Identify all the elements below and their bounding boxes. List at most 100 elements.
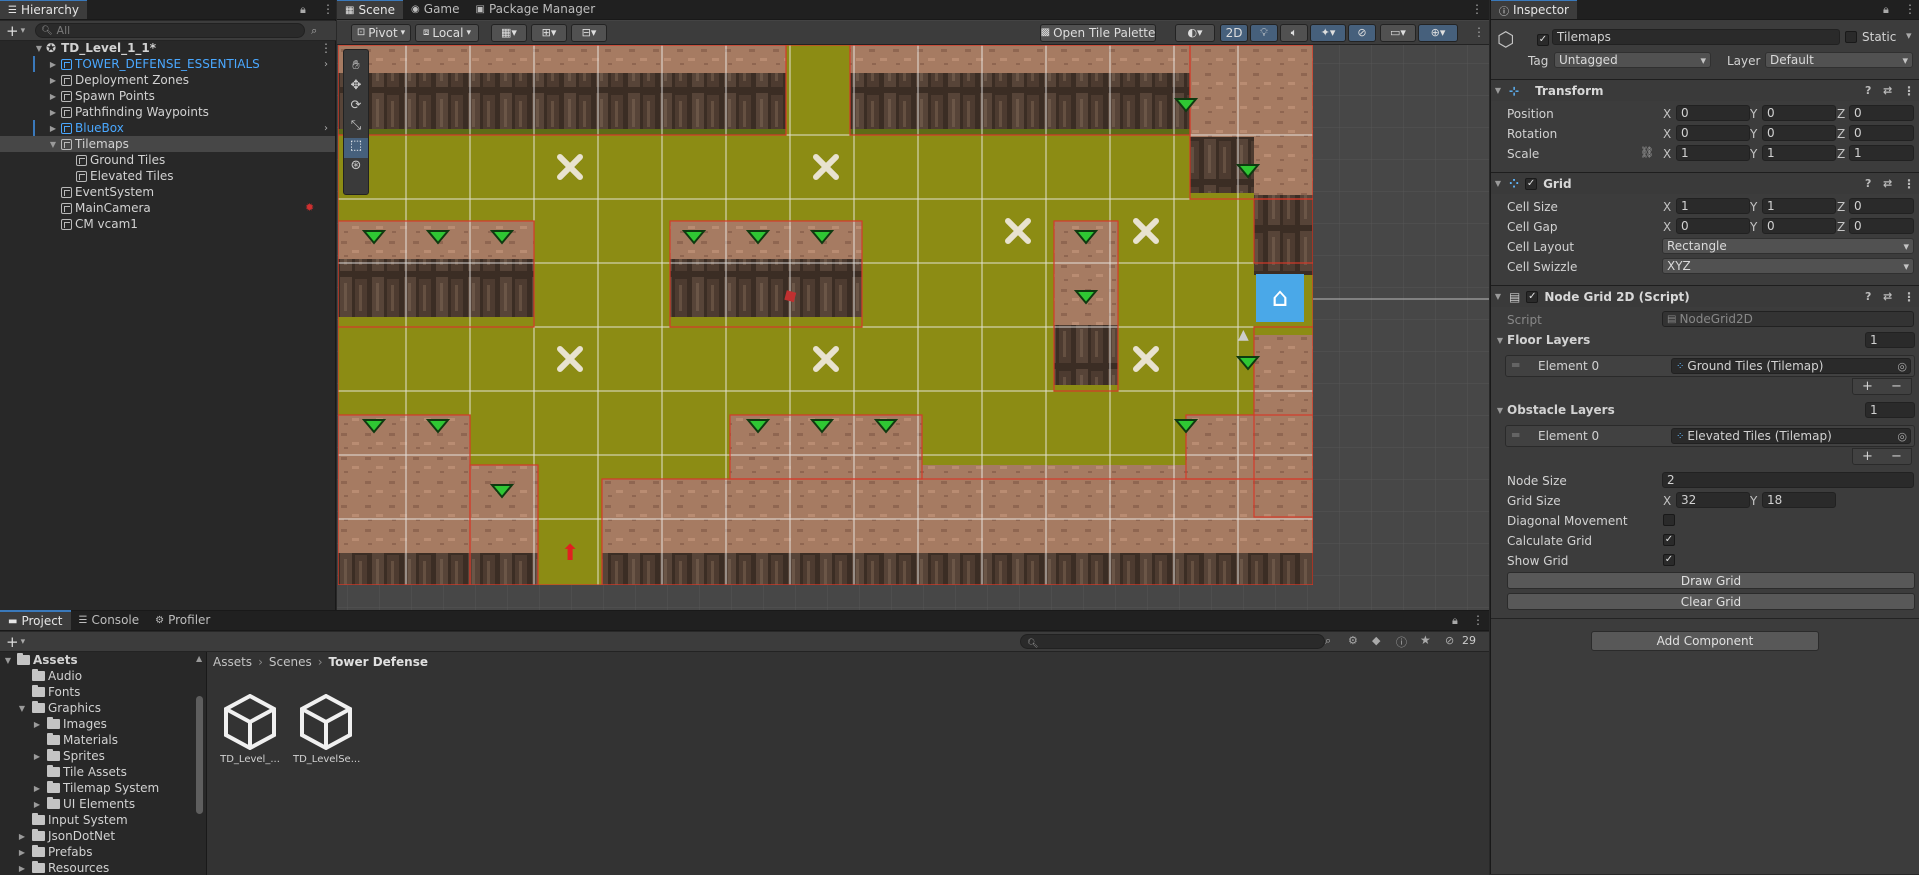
active-checkbox[interactable]: ✓ bbox=[1537, 31, 1549, 46]
cell-layout-dropdown[interactable]: Rectangle bbox=[1662, 238, 1914, 254]
tree-item[interactable]: ▶ Prefabs bbox=[0, 844, 205, 860]
expand-arrow-icon[interactable]: ▶ bbox=[48, 60, 58, 69]
add-icon[interactable]: + bbox=[6, 633, 19, 651]
hierarchy-item[interactable]: Ground Tiles bbox=[0, 152, 335, 168]
tab-hierarchy[interactable]: ☰ Hierarchy bbox=[0, 0, 87, 19]
open-tile-palette-button[interactable]: ▩ Open Tile Palette bbox=[1040, 23, 1156, 42]
expand-arrow-icon[interactable]: ▶ bbox=[32, 720, 42, 729]
add-icon[interactable]: + bbox=[6, 22, 19, 40]
filter-label-icon[interactable]: ◆ bbox=[1372, 634, 1380, 647]
scale-tool-icon[interactable]: ⤡ bbox=[344, 118, 368, 138]
breadcrumb-item[interactable]: Assets bbox=[213, 655, 252, 669]
cell-size-x-field[interactable]: 1 bbox=[1676, 198, 1750, 214]
tree-item[interactable]: ▶ Images bbox=[0, 716, 205, 732]
tab-project[interactable]: ▬ Project bbox=[0, 610, 71, 630]
kebab-menu-icon[interactable]: ⋮ bbox=[1472, 613, 1484, 627]
preset-icon[interactable]: ⇄ bbox=[1883, 84, 1892, 97]
static-checkbox[interactable] bbox=[1845, 31, 1857, 46]
mode-2d-button[interactable]: 2D bbox=[1220, 23, 1248, 42]
cell-gap-x-field[interactable]: 0 bbox=[1676, 218, 1750, 234]
chevron-right-icon[interactable]: › bbox=[324, 123, 328, 134]
drag-handle-icon[interactable]: ═ bbox=[1512, 358, 1519, 372]
remove-icon[interactable]: − bbox=[1891, 379, 1902, 394]
effects-button[interactable]: ✦▾ bbox=[1310, 23, 1346, 42]
hierarchy-item[interactable]: Elevated Tiles bbox=[0, 168, 335, 184]
grid-enabled-checkbox[interactable]: ✓ bbox=[1525, 177, 1538, 190]
tree-item[interactable]: Input System bbox=[0, 812, 205, 828]
hierarchy-item[interactable]: MainCamera ✹ bbox=[0, 200, 335, 216]
expand-arrow-icon[interactable]: ▼ bbox=[1493, 292, 1503, 301]
kebab-menu-icon[interactable]: ⋮ bbox=[1471, 2, 1483, 16]
cell-size-z-field[interactable]: 0 bbox=[1849, 198, 1914, 214]
search-scope-icon[interactable]: ⌕ bbox=[1325, 634, 1331, 648]
calculate-grid-checkbox[interactable]: ✓ bbox=[1663, 534, 1675, 546]
object-name-field[interactable]: Tilemaps bbox=[1552, 29, 1840, 45]
expand-arrow-icon[interactable]: ▶ bbox=[17, 832, 27, 841]
help-icon[interactable]: ? bbox=[1865, 84, 1871, 97]
cell-gap-y-field[interactable]: 0 bbox=[1762, 218, 1836, 234]
hierarchy-item[interactable]: ▶ Spawn Points bbox=[0, 88, 335, 104]
tree-item[interactable]: Materials bbox=[0, 732, 205, 748]
expand-arrow-icon[interactable]: ▶ bbox=[48, 92, 58, 101]
tree-item[interactable]: ▶ JsonDotNet bbox=[0, 828, 205, 844]
hierarchy-item[interactable]: ▶ BlueBox › bbox=[0, 120, 335, 136]
add-component-button[interactable]: Add Component bbox=[1591, 631, 1819, 651]
diagonal-movement-checkbox[interactable] bbox=[1663, 514, 1675, 526]
kebab-menu-icon[interactable]: ⋮ bbox=[1903, 290, 1915, 304]
tree-item[interactable]: Fonts bbox=[0, 684, 205, 700]
grid-snap-button[interactable]: ▦▾ bbox=[491, 23, 527, 42]
tree-item[interactable]: Audio bbox=[0, 668, 205, 684]
cell-size-y-field[interactable]: 1 bbox=[1762, 198, 1836, 214]
kebab-menu-icon[interactable]: ⋮ bbox=[1904, 2, 1916, 16]
expand-arrow-icon[interactable]: ▶ bbox=[32, 752, 42, 761]
favorite-star-icon[interactable]: ★ bbox=[1420, 633, 1431, 647]
draw-mode-button[interactable]: ◐▾ bbox=[1175, 23, 1215, 42]
tab-console[interactable]: ☰ Console bbox=[71, 610, 148, 630]
expand-arrow-icon[interactable]: ▶ bbox=[48, 76, 58, 85]
tree-scrollbar[interactable] bbox=[196, 696, 203, 814]
obstacle-element-field[interactable]: ⁘ Elevated Tiles (Tilemap) ◎ bbox=[1671, 428, 1911, 444]
dropdown-arrow-icon[interactable]: ▾ bbox=[1906, 29, 1912, 42]
filter-type-icon[interactable]: ⚙ bbox=[1348, 634, 1358, 647]
expand-arrow-icon[interactable]: ▼ bbox=[1493, 179, 1503, 188]
breadcrumb-item[interactable]: Scenes bbox=[269, 655, 312, 669]
tree-item[interactable]: ▶ Sprites bbox=[0, 748, 205, 764]
expand-arrow-icon[interactable]: ▶ bbox=[32, 784, 42, 793]
hierarchy-item[interactable]: EventSystem bbox=[0, 184, 335, 200]
kebab-menu-icon[interactable]: ⋮ bbox=[1473, 25, 1485, 39]
preset-icon[interactable]: ⇄ bbox=[1883, 177, 1892, 190]
kebab-menu-icon[interactable]: ⋮ bbox=[1903, 84, 1915, 98]
increment-snap-button[interactable]: ⊟▾ bbox=[571, 23, 607, 42]
layer-dropdown[interactable]: Default bbox=[1765, 52, 1913, 68]
tab-package-manager[interactable]: ▣ Package Manager bbox=[468, 0, 604, 19]
search-mode-icon[interactable]: ⌕ bbox=[311, 24, 317, 38]
remove-icon[interactable]: − bbox=[1891, 449, 1902, 464]
expand-arrow-icon[interactable]: ▼ bbox=[1495, 406, 1505, 415]
expand-arrow-icon[interactable]: ▼ bbox=[48, 140, 58, 149]
hierarchy-item[interactable]: ▶ Deployment Zones bbox=[0, 72, 335, 88]
home-base-icon[interactable]: ⌂ bbox=[1256, 274, 1304, 322]
transform-tool-icon[interactable]: ⊛ bbox=[344, 158, 368, 178]
spawn-arrow-icon[interactable]: ⬆ bbox=[561, 543, 579, 565]
tree-item-assets[interactable]: ▼ Assets bbox=[0, 652, 205, 668]
show-grid-checkbox[interactable]: ✓ bbox=[1663, 554, 1675, 566]
lock-icon[interactable]: 🔒︎ bbox=[1452, 614, 1458, 628]
expand-arrow-icon[interactable]: ▼ bbox=[1495, 336, 1505, 345]
grid-header[interactable]: ▼ ⁘ ✓ Grid ? ⇄ ⋮ bbox=[1491, 172, 1919, 194]
lock-icon[interactable]: 🔒︎ bbox=[1883, 3, 1889, 17]
scale-y-field[interactable]: 1 bbox=[1762, 145, 1836, 161]
scene-visibility-button[interactable]: ⊘ bbox=[1348, 23, 1376, 42]
kebab-menu-icon[interactable]: ⋮ bbox=[1903, 177, 1915, 191]
asset-item[interactable]: TD_LevelSe... bbox=[293, 694, 360, 765]
pivot-dropdown[interactable]: ⊡ Pivot ▾ bbox=[351, 23, 411, 42]
expand-arrow-icon[interactable]: ▶ bbox=[48, 108, 58, 117]
hierarchy-item[interactable]: CM vcam1 bbox=[0, 216, 335, 232]
info-icon[interactable]: ⓘ bbox=[1396, 634, 1407, 650]
lock-icon[interactable]: 🔒︎ bbox=[300, 3, 306, 17]
grid-visibility-button[interactable]: ⊞▾ bbox=[531, 23, 567, 42]
gizmos-button[interactable]: ⊕▾ bbox=[1418, 23, 1458, 42]
obstacle-layers-row[interactable]: ▼ Obstacle Layers bbox=[1491, 401, 1919, 419]
add-icon[interactable]: + bbox=[1862, 449, 1873, 464]
floor-layers-row[interactable]: ▼ Floor Layers bbox=[1491, 331, 1919, 349]
help-icon[interactable]: ? bbox=[1865, 177, 1871, 190]
